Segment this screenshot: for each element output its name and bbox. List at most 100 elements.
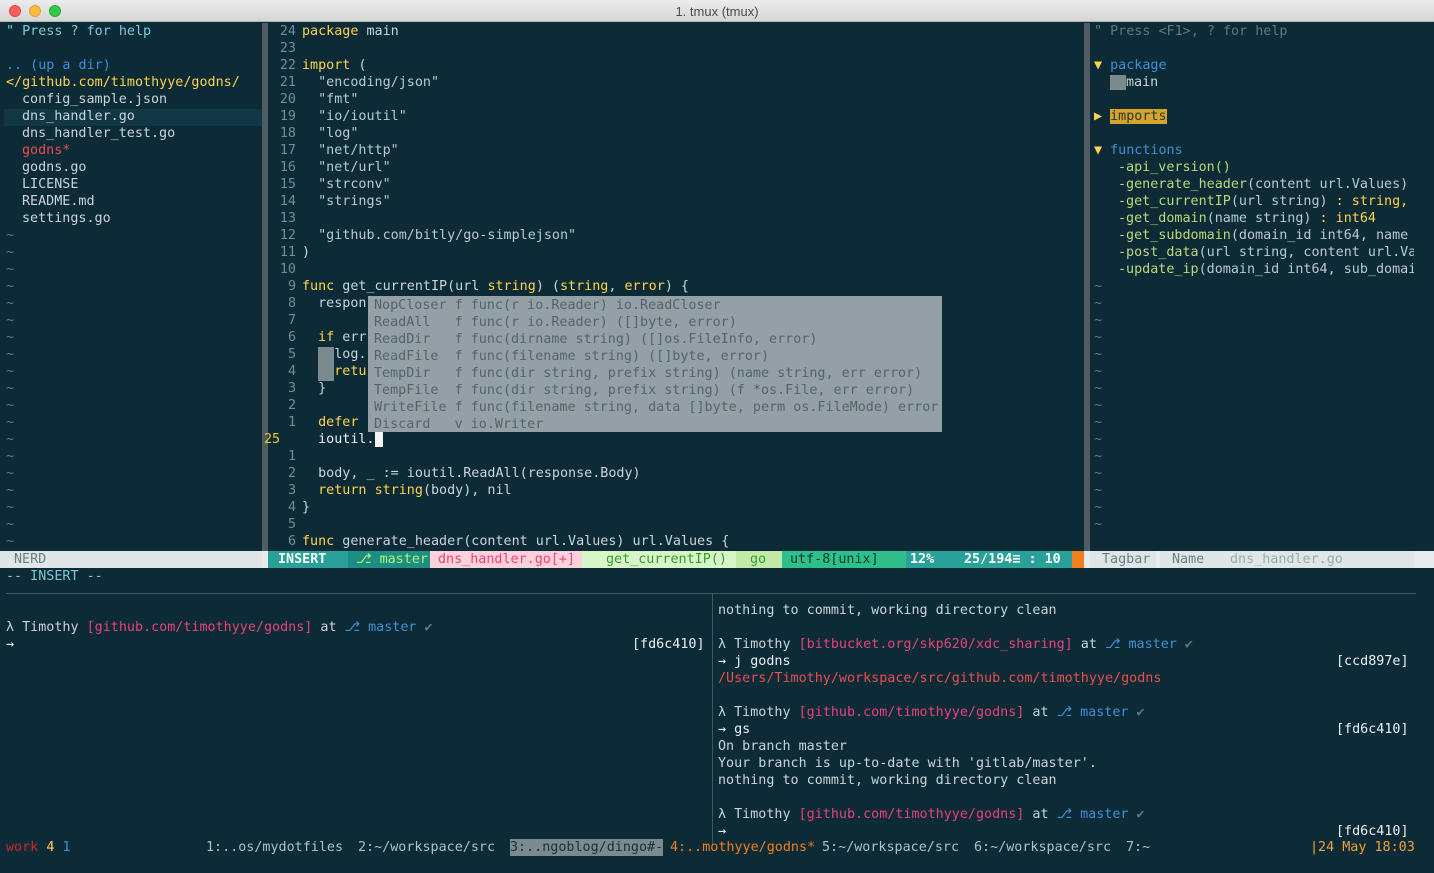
nerdtree-file[interactable]: settings.go (22, 210, 111, 227)
tagbar-functions-group[interactable]: ▼ functions (1094, 142, 1183, 159)
terminal[interactable]: " Press ? for help .. (up a dir) </githu… (0, 23, 1434, 873)
code-line[interactable]: } (302, 499, 310, 516)
tmux-window-tab[interactable]: 3:..ngoblog/dingo#- (510, 839, 664, 856)
code-line[interactable]: "github.com/bitly/go-simplejson" (302, 227, 576, 244)
nerdtree-file[interactable]: README.md (22, 193, 95, 210)
code-line[interactable]: "net/http" (302, 142, 399, 159)
code-line[interactable]: import ( (302, 57, 367, 74)
vim-command-line: -- INSERT -- (6, 569, 103, 584)
empty-line-marker: ~ (6, 245, 15, 260)
nerdtree-help: " Press ? for help (6, 24, 152, 39)
tmux-window-tab[interactable]: 1:..os/mydotfiles (206, 839, 343, 856)
tmux-window-tab[interactable]: 7:~ (1126, 839, 1150, 856)
tagbar-package-group[interactable]: ▼ package (1094, 57, 1167, 74)
code-line[interactable]: if err (302, 329, 366, 346)
completion-popup[interactable]: NopCloser f func(r io.Reader) io.ReadClo… (368, 296, 942, 432)
shell-commit-hash: [fd6c410] (1336, 824, 1409, 839)
code-line[interactable]: retu (302, 363, 366, 380)
line-number: 8 (287, 296, 296, 311)
completion-item[interactable]: ReadDir f func(dirname string) ([]os.Fil… (374, 331, 817, 348)
nerdtree-up-dir[interactable]: .. (up a dir) (6, 57, 111, 74)
tmux-window-tab[interactable]: 5:~/workspace/src (822, 839, 959, 856)
completion-item[interactable]: WriteFile f func(filename string, data [… (374, 399, 938, 416)
tagbar-function-item[interactable]: -update_ip(domain_id int64, sub_domai (1118, 261, 1414, 278)
tmux-pane-separator-vertical[interactable] (712, 594, 713, 844)
statusline-file: dns_handler.go[+] (430, 551, 582, 568)
nerdtree-file[interactable]: godns* (22, 142, 70, 159)
code-line[interactable]: ) (302, 244, 310, 261)
code-line[interactable]: func generate_header(content url.Values)… (302, 533, 729, 550)
shell-command: → j godns (718, 654, 791, 669)
shell-input-prompt[interactable]: → (718, 823, 726, 840)
nerdtree-file[interactable]: godns.go (22, 159, 87, 176)
completion-item[interactable]: NopCloser f func(r io.Reader) io.ReadClo… (374, 297, 721, 314)
code-line[interactable]: "fmt" (302, 91, 358, 108)
tmux-window-tab[interactable]: 4:..mothyye/godns* (670, 839, 815, 856)
tagbar-function-item[interactable]: -generate_header(content url.Values) (1118, 176, 1414, 193)
code-text: } (302, 500, 311, 515)
tagbar-imports-group[interactable]: ▶ imports (1094, 108, 1167, 125)
completion-item[interactable]: TempFile f func(dir string, prefix strin… (374, 382, 914, 399)
tagbar-function-item[interactable]: -get_subdomain(domain_id int64, name (1118, 227, 1414, 244)
string-literal: "encoding/json" (302, 75, 440, 90)
empty-line-marker: ~ (1094, 517, 1103, 532)
function-signature: (url string, content url.Va (1198, 245, 1414, 260)
builtin: string (374, 483, 423, 498)
code-line[interactable]: log. (302, 346, 367, 363)
shell-output: Your branch is up-to-date with 'gitlab/m… (718, 756, 1097, 771)
line-number: 22 (279, 58, 296, 73)
code-line[interactable]: package main (302, 23, 399, 40)
tagbar-function-item[interactable]: -api_version() (1118, 159, 1414, 176)
tagbar-function-item[interactable]: -post_data(url string, content url.Va (1118, 244, 1414, 261)
code-line[interactable]: } (302, 380, 326, 397)
tagbar-function-item[interactable]: -get_currentIP(url string) : string, (1118, 193, 1414, 210)
nerdtree-file[interactable]: dns_handler_test.go (22, 125, 175, 142)
code-line[interactable]: "strconv" (302, 176, 391, 193)
code-line[interactable]: return string(body), nil (302, 482, 512, 499)
code-line[interactable]: "log" (302, 125, 358, 142)
window-titlebar: 1. tmux (tmux) (0, 0, 1434, 22)
shell-output: /Users/Timothy/workspace/src/github.com/… (718, 671, 1162, 686)
tagbar-function-item[interactable]: -get_domain(name string) : int64 (1118, 210, 1414, 227)
nerdtree-file[interactable]: dns_handler.go (22, 108, 135, 125)
shell-input-prompt[interactable]: → (6, 636, 14, 653)
code-line[interactable]: "net/url" (302, 159, 391, 176)
function-signature: (url string) (1230, 194, 1328, 209)
code-text: log. (302, 347, 367, 362)
nerdtree-root[interactable]: </github.com/timothyye/godns/ (6, 74, 240, 91)
clean-check-icon: ✔ (1184, 637, 1193, 652)
line-number: 1 (287, 415, 296, 430)
code-line[interactable]: func get_currentIP(url string) (string, … (302, 278, 689, 295)
code-line[interactable]: defer (302, 414, 358, 431)
code-line[interactable]: "io/ioutil" (302, 108, 407, 125)
code-line[interactable]: "strings" (302, 193, 391, 210)
tmux-statusbar: work 4 1 1:..os/mydotfiles 2:~/workspace/… (0, 839, 1434, 856)
empty-line-marker: ~ (1094, 500, 1103, 515)
code-line[interactable]: body, _ := ioutil.ReadAll(response.Body) (302, 465, 641, 482)
empty-line-marker: ~ (6, 279, 15, 294)
clean-check-icon: ✔ (1136, 807, 1145, 822)
empty-line-marker: ~ (6, 296, 15, 311)
indent-marker (318, 347, 334, 381)
nerdtree-file[interactable]: config_sample.json (22, 91, 167, 108)
empty-line-marker: ~ (1094, 449, 1103, 464)
completion-item[interactable]: ReadFile f func(filename string) ([]byte… (374, 348, 769, 365)
split-separator-right[interactable] (1084, 23, 1090, 568)
tmux-window-tab[interactable]: 6:~/workspace/src (974, 839, 1111, 856)
tagbar-package-item[interactable]: main (1110, 74, 1158, 91)
tagbar-help: " Press <F1>, ? for help (1094, 24, 1288, 39)
empty-line-marker: ~ (1094, 296, 1103, 311)
code-text: ) (302, 245, 311, 260)
code-line[interactable]: "encoding/json" (302, 74, 439, 91)
nerdtree-file[interactable]: LICENSE (22, 176, 78, 193)
tmux-window-tab[interactable]: 2:~/workspace/src (358, 839, 495, 856)
completion-item[interactable]: TempDir f func(dir string, prefix string… (374, 365, 922, 382)
completion-item[interactable]: ReadAll f func(r io.Reader) ([]byte, err… (374, 314, 737, 331)
code-line[interactable]: ioutil. (302, 431, 383, 448)
identifier: main (358, 24, 399, 39)
line-number: 17 (279, 143, 296, 158)
statusline-tagbar: Tagbar (1090, 551, 1156, 568)
completion-item[interactable]: Discard v io.Writer (374, 416, 543, 433)
code-line[interactable]: respon (302, 295, 366, 312)
tmux-pane-separator-horizontal[interactable] (6, 593, 1416, 594)
